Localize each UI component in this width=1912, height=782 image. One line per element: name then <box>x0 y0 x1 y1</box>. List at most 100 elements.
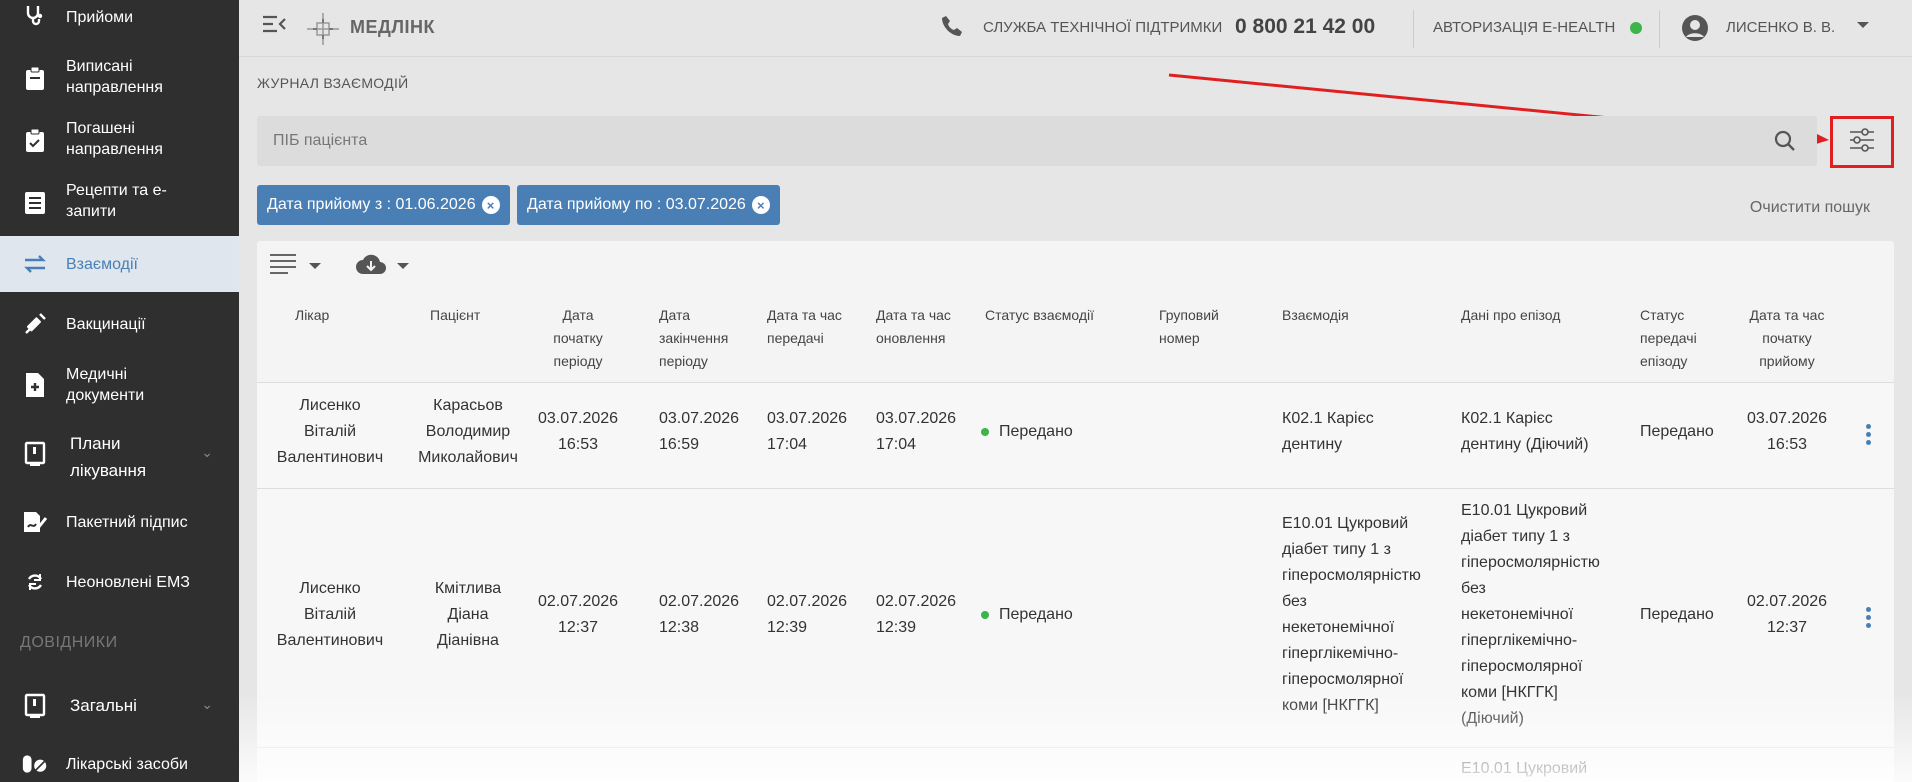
refresh-icon <box>22 569 48 595</box>
sidebar-item-batch-signing[interactable]: Пакетний підпис <box>0 502 239 542</box>
caret-down-icon <box>309 258 321 276</box>
header-interaction-status[interactable]: Статус взаємодії <box>985 304 1115 327</box>
sidebar-item-issued-referrals[interactable]: Виписані направлення <box>0 54 239 104</box>
section-title-references: ДОВІДНИКИ <box>20 634 118 651</box>
interactions-table: Лікар Пацієнт Дата початку періоду Дата … <box>257 241 1894 782</box>
header-patient[interactable]: Пацієнт <box>430 304 510 327</box>
table-row[interactable]: Лисенко Віталій Валентинович Карасьов Во… <box>257 382 1894 488</box>
ehealth-auth-label[interactable]: АВТОРИЗАЦІЯ E-HEALTH <box>1433 19 1615 36</box>
filter-chip-date-from: Дата прийому з : 01.06.2026 × <box>257 185 510 225</box>
cell-visit-start: 03.07.2026 16:53 <box>1746 410 1828 453</box>
status-text: Передано <box>999 606 1073 623</box>
list-icon <box>269 253 297 280</box>
user-name[interactable]: ЛИСЕНКО В. В. <box>1726 19 1835 36</box>
header-group-number[interactable]: Груповий номер <box>1159 304 1239 350</box>
cell-updated-at: 03.07.2026 17:04 <box>876 410 957 453</box>
cell-visit-start: 02.07.2026 12:37 <box>1746 593 1828 636</box>
cloud-download-icon <box>355 253 387 280</box>
row-menu-icon[interactable] <box>1863 607 1873 628</box>
logo-icon <box>303 9 343 54</box>
table-row[interactable]: E10.01 Цукровий <box>257 747 1894 782</box>
topbar: МЕДЛІНК СЛУЖБА ТЕХНІЧНОЇ ПІДТРИМКИ 0 800… <box>239 0 1912 57</box>
sidebar-item-label: Медичні документи <box>66 366 145 404</box>
swap-arrows-icon <box>22 251 48 277</box>
sidebar-item-unupdated-emr[interactable]: Неоновлені ЕМЗ <box>0 562 239 602</box>
sidebar-item-label: Взаємодії <box>66 256 138 273</box>
clipboard-check-icon <box>22 128 48 154</box>
menu-collapse-icon[interactable] <box>261 14 287 39</box>
sliders-icon <box>1848 127 1876 158</box>
cell-interaction: К02.1 Карієс дентину <box>1282 410 1374 453</box>
header-sent-at[interactable]: Дата та час передачі <box>767 304 857 350</box>
user-avatar-icon[interactable] <box>1681 14 1709 47</box>
header-visit-start[interactable]: Дата та час початку прийому <box>1737 304 1837 373</box>
status-dot <box>981 611 989 619</box>
sidebar-item-prescriptions[interactable]: Рецепти та е- запити <box>0 178 239 228</box>
sidebar-item-label: Вакцинації <box>66 316 146 333</box>
sidebar-item-medicines[interactable]: Лікарські засоби <box>0 746 239 782</box>
logo-text: МЕДЛІНК <box>350 17 435 37</box>
header-doctor[interactable]: Лікар <box>295 304 375 327</box>
header-interaction[interactable]: Взаємодія <box>1282 304 1382 327</box>
sidebar-item-vaccinations[interactable]: Вакцинації <box>0 304 239 344</box>
cell-period-start: 03.07.2026 16:53 <box>538 410 619 453</box>
chip-close-icon[interactable]: × <box>751 196 770 214</box>
chevron-down-icon: ⌄ <box>201 444 213 460</box>
header-updated-at[interactable]: Дата та час оновлення <box>876 304 966 350</box>
chip-label: Дата прийому з : 01.06.2026 <box>267 196 476 213</box>
chip-label: Дата прийому по : 03.07.2026 <box>527 196 746 213</box>
header-period-end[interactable]: Дата закінчення періоду <box>659 304 749 373</box>
header-period-start[interactable]: Дата початку періоду <box>538 304 618 373</box>
ehealth-status-dot <box>1630 22 1642 34</box>
sidebar-item-label: Пакетний підпис <box>66 514 188 531</box>
search-icon[interactable] <box>1774 130 1796 157</box>
support-phone[interactable]: 0 800 21 42 00 <box>1235 15 1375 39</box>
cell-period-end: 02.07.2026 12:38 <box>659 593 740 636</box>
cell-doctor: Лисенко Віталій Валентинович <box>276 580 384 649</box>
clear-search-link[interactable]: Очистити пошук <box>1750 199 1870 217</box>
sidebar-item-label: Прийоми <box>66 9 134 26</box>
support-label: СЛУЖБА ТЕХНІЧНОЇ ПІДТРИМКИ <box>983 19 1223 36</box>
sidebar-item-redeemed-referrals[interactable]: Погашені направлення <box>0 116 239 166</box>
syringe-icon <box>22 311 48 337</box>
row-menu-icon[interactable] <box>1863 424 1873 445</box>
cell-sent-at: 02.07.2026 12:39 <box>767 593 848 636</box>
cell-period-end: 03.07.2026 16:59 <box>659 410 740 453</box>
export-toggle[interactable] <box>355 253 409 280</box>
columns-toggle[interactable] <box>269 253 321 280</box>
chevron-down-icon: ⌄ <box>201 696 213 712</box>
sidebar-item-label: Неоновлені ЕМЗ <box>66 574 190 591</box>
search-input[interactable] <box>273 116 1733 166</box>
sidebar: Прийоми Виписані направлення Погашені на… <box>0 0 239 782</box>
signature-icon <box>22 509 48 535</box>
chip-close-icon[interactable]: × <box>481 196 500 214</box>
sidebar-item-label: Рецепти та е- запити <box>66 182 167 220</box>
caret-down-icon <box>397 258 409 276</box>
sidebar-item-treatment-plans[interactable]: Плани лікування ⌄ <box>0 426 239 482</box>
filter-chip-date-to: Дата прийому по : 03.07.2026 × <box>517 185 780 225</box>
book-icon <box>22 693 48 719</box>
filter-button[interactable] <box>1830 116 1894 168</box>
sidebar-item-appointments[interactable]: Прийоми <box>0 0 239 34</box>
cell-updated-at: 02.07.2026 12:39 <box>876 593 957 636</box>
status-text: Передано <box>999 423 1073 440</box>
sidebar-item-general[interactable]: Загальні ⌄ <box>0 686 239 726</box>
cell-interaction: E10.01 Цукровий діабет типу 1 з гіперосм… <box>1282 515 1421 714</box>
sidebar-item-medical-documents[interactable]: Медичні документи <box>0 360 239 410</box>
sidebar-item-label: Плани лікування <box>70 434 147 480</box>
caret-down-icon[interactable] <box>1856 18 1870 37</box>
header-episode-data[interactable]: Дані про епізод <box>1461 304 1591 327</box>
pills-icon <box>22 751 48 777</box>
stethoscope-icon <box>22 2 48 28</box>
cell-period-start: 02.07.2026 12:37 <box>538 593 619 636</box>
cell-interaction-status: Передано <box>981 602 1073 628</box>
cell-episode-data: E10.01 Цукровий <box>1461 760 1588 777</box>
table-row[interactable]: Лисенко Віталій Валентинович Кмітлива Ді… <box>257 488 1894 747</box>
sidebar-item-interactions[interactable]: Взаємодії <box>0 236 239 292</box>
plan-icon <box>22 441 48 467</box>
status-dot <box>981 428 989 436</box>
phone-icon <box>941 15 963 42</box>
header-episode-status[interactable]: Статус передачі епізоду <box>1640 304 1720 373</box>
cell-sent-at: 03.07.2026 17:04 <box>767 410 848 453</box>
cell-episode-status: Передано <box>1640 423 1714 440</box>
